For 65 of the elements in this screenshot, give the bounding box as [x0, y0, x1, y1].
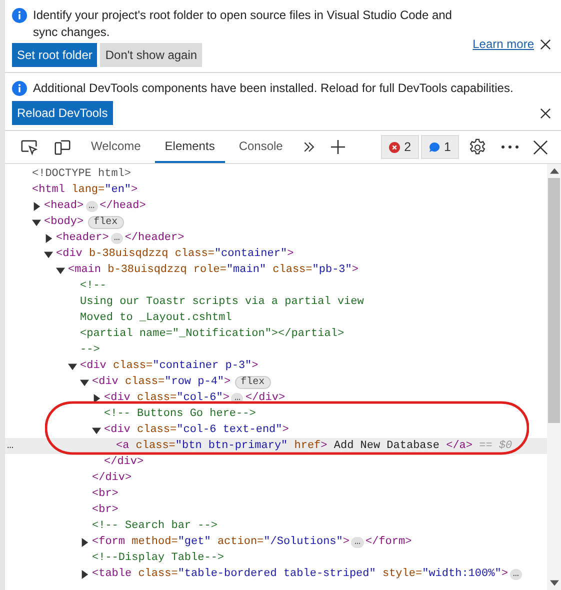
- expanded-triangle-icon[interactable]: [92, 426, 101, 434]
- primary-button[interactable]: Reload DevTools: [12, 101, 113, 125]
- dom-node-line[interactable]: <br>: [92, 504, 118, 516]
- dom-node-line[interactable]: Using our Toastr scripts via a partial view: [80, 296, 364, 308]
- close-icon[interactable]: [540, 38, 551, 50]
- expanded-triangle-icon[interactable]: [32, 218, 41, 226]
- chevrons-icon[interactable]: [302, 140, 316, 154]
- collapsed-triangle-icon[interactable]: [44, 234, 53, 242]
- panel-tab[interactable]: Welcome: [81, 131, 151, 163]
- error-counter[interactable]: 2: [381, 135, 420, 159]
- dom-node-line[interactable]: <header> … </header>: [56, 232, 184, 244]
- dom-node-line[interactable]: <body> flex: [44, 216, 124, 228]
- dom-node-line[interactable]: <partial name="_Notification"></partial>: [80, 328, 344, 340]
- learn-more-link[interactable]: Learn more: [472, 37, 534, 51]
- dom-node-line[interactable]: <div class="container p-3">: [80, 360, 258, 372]
- expanded-triangle-icon[interactable]: [44, 250, 53, 258]
- dom-node-line[interactable]: </div>: [92, 472, 132, 484]
- dom-node-line[interactable]: <form method="get" action="/Solutions"> … </form>: [92, 536, 412, 548]
- dom-node-line[interactable]: <div class="col-6"> … </div>: [104, 392, 286, 404]
- expanded-triangle-icon[interactable]: [68, 362, 77, 370]
- dom-node-line[interactable]: <!-- Buttons Go here-->: [104, 408, 256, 420]
- scrollbar[interactable]: [547, 164, 561, 590]
- info-icon: [12, 8, 27, 23]
- device-icon[interactable]: [53, 138, 72, 156]
- plus-icon[interactable]: [330, 139, 346, 155]
- dom-node-line[interactable]: <br>: [92, 488, 118, 500]
- scroll-up-arrow-icon[interactable]: [550, 168, 558, 174]
- scroll-down-arrow-icon[interactable]: [550, 580, 558, 586]
- dom-node-line[interactable]: </div>: [104, 456, 144, 468]
- collapsed-triangle-icon[interactable]: [32, 202, 41, 210]
- panel-tab[interactable]: Elements: [154, 131, 225, 163]
- dom-node-line[interactable]: <div class="row p-4"> flex: [92, 376, 271, 388]
- primary-button[interactable]: Set root folder: [12, 43, 98, 67]
- dom-node-line[interactable]: <!--: [80, 280, 106, 292]
- dom-node-line[interactable]: Moved to _Layout.cshtml: [80, 312, 232, 324]
- panel-tab[interactable]: Console: [228, 131, 293, 163]
- collapsed-triangle-icon[interactable]: [80, 538, 89, 546]
- node-actions-ellipsis[interactable]: …: [7, 440, 14, 452]
- dom-node-line[interactable]: <head> … </head>: [44, 200, 146, 212]
- close-icon[interactable]: [540, 108, 551, 119]
- dom-node-line[interactable]: <!-- Search bar -->: [92, 520, 218, 532]
- dom-node-line[interactable]: <div b-38uisqdzzq class="container">: [56, 248, 294, 260]
- dom-node-line[interactable]: <!DOCTYPE html>: [32, 168, 132, 180]
- expanded-triangle-icon[interactable]: [80, 378, 89, 386]
- dom-node-line[interactable]: <html lang="en">: [32, 184, 138, 196]
- dom-node-line[interactable]: <main b-38uisqdzzq role="main" class="pb-3">: [68, 264, 358, 276]
- settings-icon[interactable]: [468, 138, 487, 156]
- error-icon: [389, 142, 400, 152]
- dom-node-line[interactable]: <!--Display Table-->: [92, 552, 224, 564]
- chat-bubble-icon: [429, 142, 440, 152]
- banner-message: Identify your project's root folder to open source files in Visual Studio Code and sync changes.: [33, 7, 453, 41]
- close-icon[interactable]: [533, 140, 548, 154]
- message-counter[interactable]: 1: [421, 135, 459, 159]
- secondary-button[interactable]: Don't show again: [100, 43, 202, 67]
- expanded-triangle-icon[interactable]: [56, 266, 65, 274]
- more-icon[interactable]: [501, 145, 519, 149]
- collapsed-triangle-icon[interactable]: [80, 570, 89, 578]
- dom-node-line[interactable]: <div class="col-6 text-end">: [104, 424, 289, 436]
- dom-node-line[interactable]: <table class="table-bordered table-striped" style="width:100%"> …: [92, 568, 524, 580]
- info-icon: [12, 81, 27, 96]
- dom-node-line[interactable]: <a class="btn btn-primary" href> Add New Database </a> == $0: [116, 440, 512, 452]
- dom-node-line[interactable]: -->: [80, 344, 100, 356]
- inspect-icon[interactable]: [20, 138, 39, 156]
- collapsed-triangle-icon[interactable]: [92, 394, 101, 402]
- banner-message: Additional DevTools components have been installed. Reload for full DevTools capabilities.: [33, 80, 514, 97]
